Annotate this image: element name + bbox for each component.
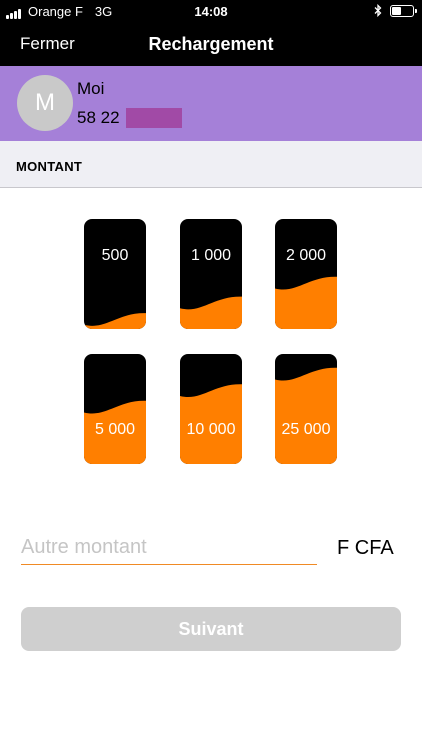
contact-phone-number: 58 22 bbox=[77, 108, 120, 127]
contact-phone: 58 22 bbox=[77, 108, 182, 128]
wave-fill bbox=[84, 313, 146, 329]
status-time: 14:08 bbox=[194, 4, 228, 19]
page-title: Rechargement bbox=[148, 34, 274, 54]
avatar: M bbox=[17, 75, 73, 131]
amount-card-1000[interactable]: 1 000 bbox=[180, 219, 242, 329]
status-right bbox=[374, 4, 417, 17]
wave-fill bbox=[275, 367, 337, 464]
wave-fill bbox=[84, 400, 146, 464]
wave-fill bbox=[180, 296, 242, 329]
other-amount-input[interactable] bbox=[21, 530, 317, 565]
amount-label: 5 000 bbox=[94, 421, 136, 438]
section-title: MONTANT bbox=[16, 159, 83, 174]
amount-card-10000[interactable]: 10 000 bbox=[180, 354, 242, 464]
redaction-block bbox=[125, 108, 182, 128]
status-bar: Orange F 3G 14:08 bbox=[0, 0, 422, 22]
wave-fill bbox=[180, 384, 242, 464]
amount-label: 25 000 bbox=[281, 421, 331, 438]
next-button[interactable]: Suivant bbox=[21, 607, 401, 651]
contact-name: Moi bbox=[77, 79, 105, 98]
amount-label: 500 bbox=[101, 247, 129, 264]
amount-card-500[interactable]: 500 bbox=[84, 219, 146, 329]
nav-bar: Fermer Rechargement bbox=[0, 22, 422, 66]
amount-label: 10 000 bbox=[186, 421, 236, 438]
amount-card-25000[interactable]: 25 000 bbox=[275, 354, 337, 464]
currency-label: F CFA bbox=[337, 537, 394, 559]
amount-card-2000[interactable]: 2 000 bbox=[275, 219, 337, 329]
wave-fill bbox=[275, 276, 337, 329]
battery-icon bbox=[390, 4, 417, 17]
amount-label: 2 000 bbox=[285, 247, 327, 264]
contact-header[interactable]: M Moi 58 22 bbox=[0, 66, 422, 141]
amount-label: 1 000 bbox=[190, 247, 232, 264]
section-header: MONTANT bbox=[0, 141, 422, 188]
amount-card-5000[interactable]: 5 000 bbox=[84, 354, 146, 464]
bluetooth-icon bbox=[374, 4, 382, 17]
